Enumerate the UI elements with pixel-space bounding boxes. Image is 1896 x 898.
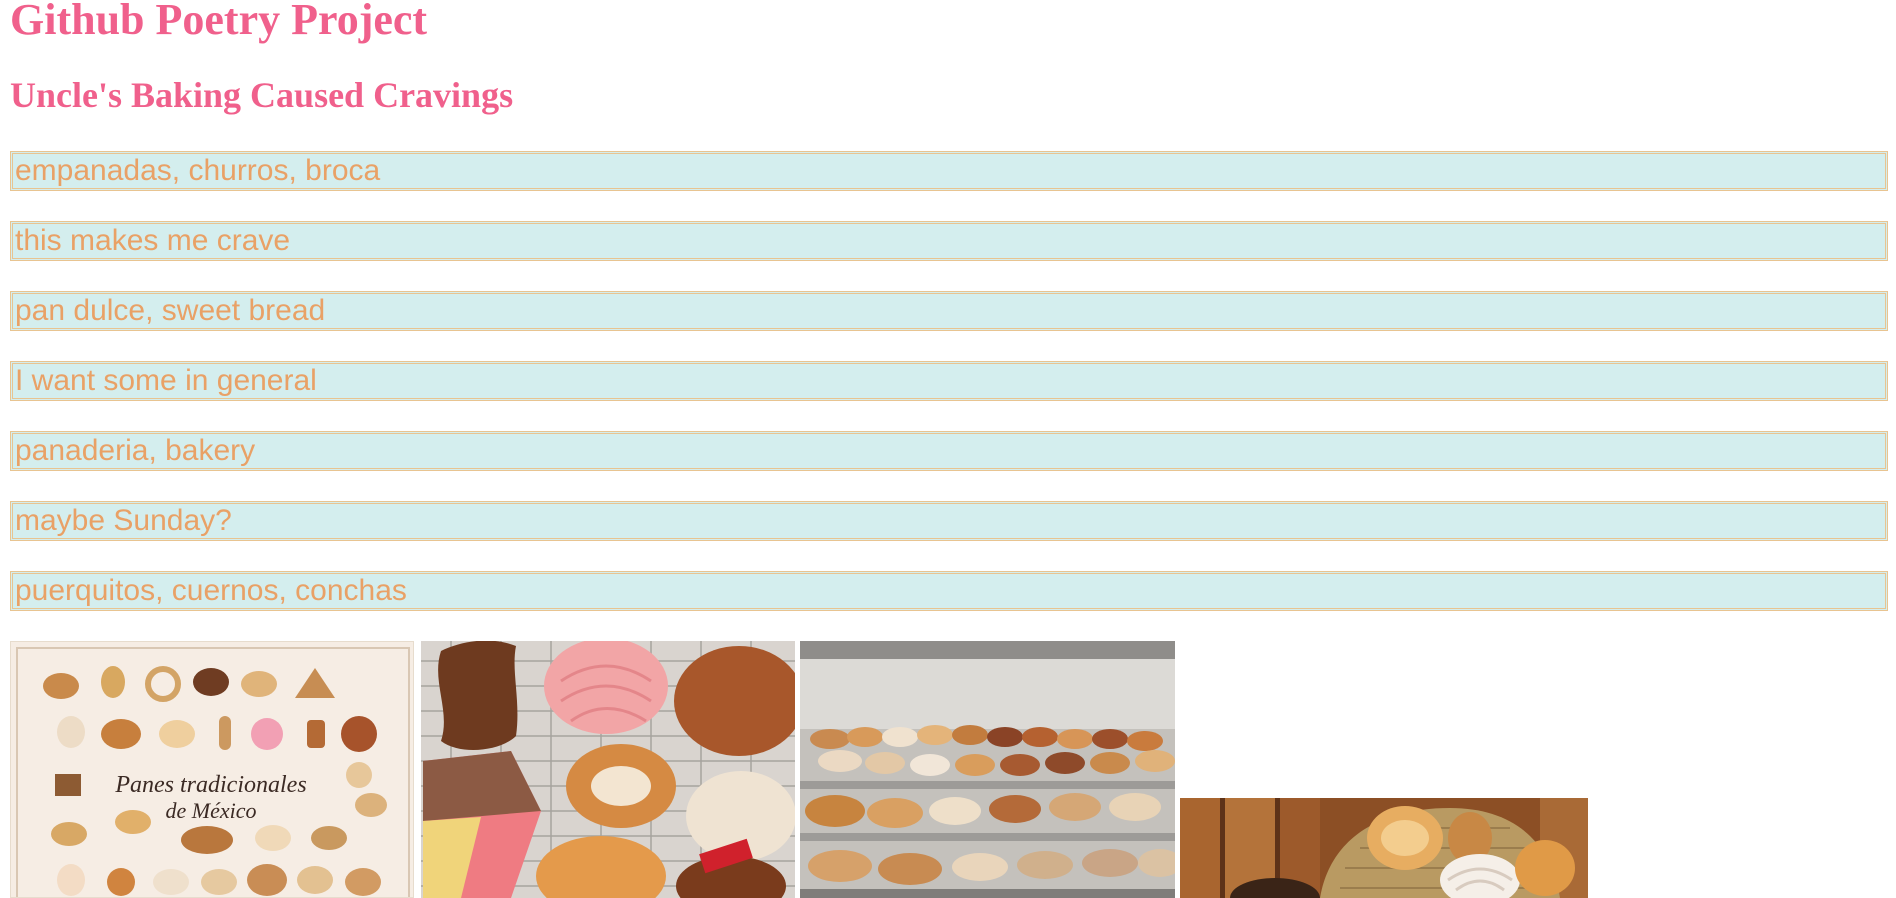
poster-bread-row-2	[57, 716, 377, 752]
site-title: Github Poetry Project	[10, 0, 428, 44]
poem-line: panaderia, bakery	[10, 431, 1888, 471]
bread-poster-image: Panes tradicionales de México	[10, 641, 414, 898]
poem-line: empanadas, churros, broca	[10, 151, 1888, 191]
conchas-basket-image	[1180, 798, 1588, 898]
photo-gallery: Panes tradicionales de México	[10, 641, 1886, 898]
poster-caption-line2: de México	[166, 798, 257, 823]
puerquito-bread	[438, 641, 518, 751]
poster-bread-row-5	[57, 864, 381, 896]
pan-dulce-rack-image	[421, 641, 795, 898]
poem-line: this makes me crave	[10, 221, 1888, 261]
poster-bread-row-1	[43, 666, 335, 702]
poem-line: puerquitos, cuernos, conchas	[10, 571, 1888, 611]
poem-line: pan dulce, sweet bread	[10, 291, 1888, 331]
poster-caption-line1: Panes tradicionales	[114, 772, 306, 798]
poem-line: I want some in general	[10, 361, 1888, 401]
poem-line: maybe Sunday?	[10, 501, 1888, 541]
bakery-shelves-image	[800, 641, 1175, 898]
poem-title: Uncle's Baking Caused Cravings	[10, 75, 514, 115]
